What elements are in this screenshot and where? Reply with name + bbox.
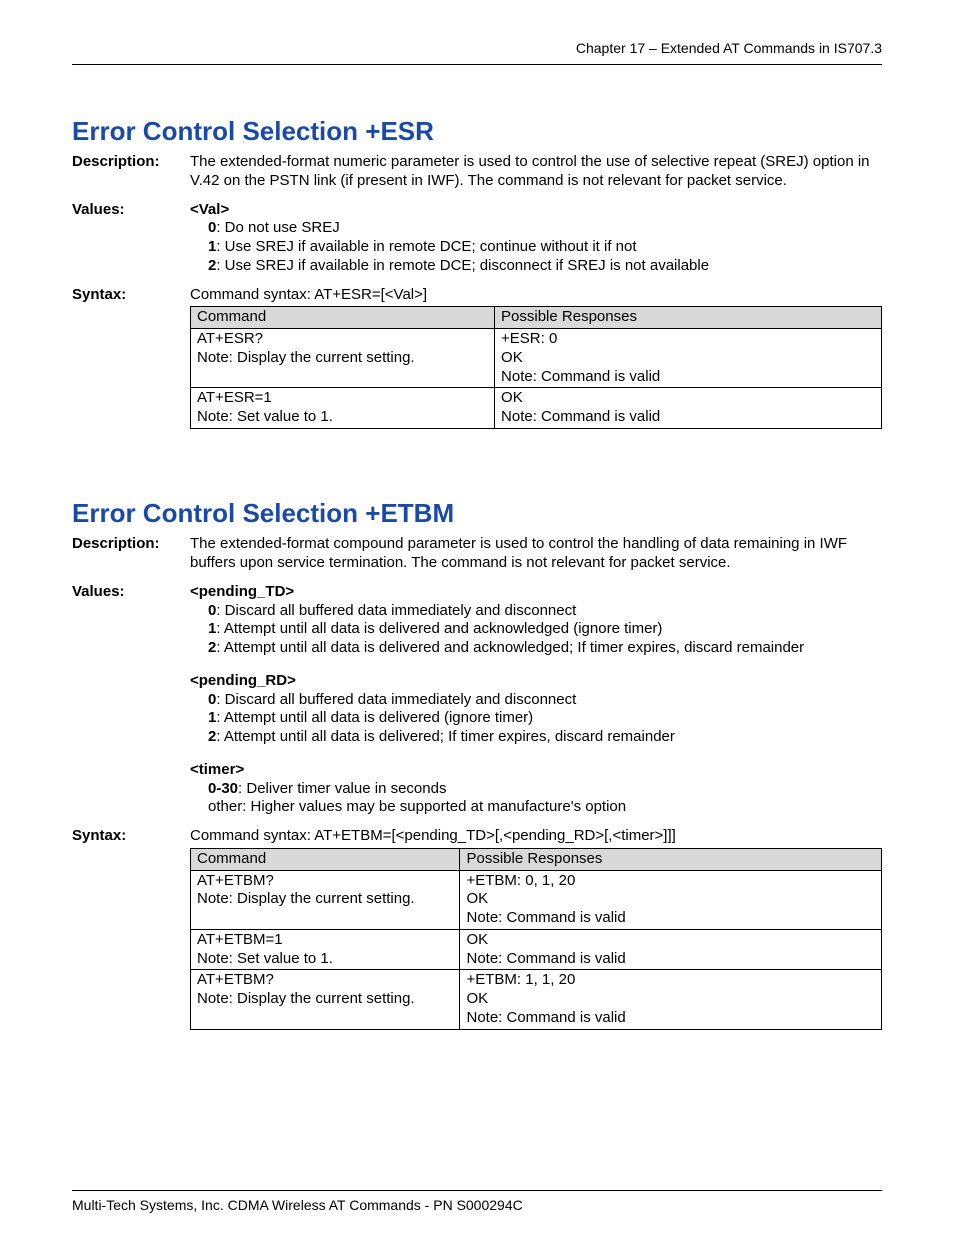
label-syntax: Syntax:	[72, 286, 190, 305]
esr-val-param: <Val>	[190, 201, 882, 220]
etbm-timer-other: other: Higher values may be supported at…	[190, 798, 882, 817]
section-title-esr: Error Control Selection +ESR	[72, 115, 882, 148]
etbm-td-0: 0: Discard all buffered data immediately…	[190, 602, 882, 621]
table-header-command: Command	[191, 307, 495, 329]
section-title-etbm: Error Control Selection +ETBM	[72, 497, 882, 530]
etbm-syntax-table: Command Possible Responses AT+ETBM?Note:…	[190, 848, 882, 1030]
etbm-td-2: 2: Attempt until all data is delivered a…	[190, 639, 882, 658]
etbm-rd-2: 2: Attempt until all data is delivered; …	[190, 728, 882, 747]
table-row: AT+ESR=1Note: Set value to 1. OKNote: Co…	[191, 388, 882, 429]
table-row: AT+ESR?Note: Display the current setting…	[191, 329, 882, 388]
page-header: Chapter 17 – Extended AT Commands in IS7…	[72, 40, 882, 65]
esr-syntax-line: Command syntax: AT+ESR=[<Val>]	[190, 286, 882, 305]
label-description: Description:	[72, 153, 190, 172]
etbm-description: The extended-format compound parameter i…	[190, 535, 882, 573]
etbm-timer-0: 0-30: Deliver timer value in seconds	[190, 780, 882, 799]
esr-val-1: 1: Use SREJ if available in remote DCE; …	[190, 238, 882, 257]
etbm-td-1: 1: Attempt until all data is delivered a…	[190, 620, 882, 639]
label-values: Values:	[72, 583, 190, 602]
table-header-responses: Possible Responses	[460, 848, 882, 870]
label-values: Values:	[72, 201, 190, 220]
table-row: AT+ETBM=1Note: Set value to 1. OKNote: C…	[191, 929, 882, 970]
esr-syntax-table: Command Possible Responses AT+ESR?Note: …	[190, 306, 882, 429]
table-row: AT+ETBM?Note: Display the current settin…	[191, 970, 882, 1029]
esr-val-2: 2: Use SREJ if available in remote DCE; …	[190, 257, 882, 276]
table-row: AT+ETBM?Note: Display the current settin…	[191, 870, 882, 929]
esr-val-0: 0: Do not use SREJ	[190, 219, 882, 238]
label-description: Description:	[72, 535, 190, 554]
etbm-param-timer: <timer>	[190, 761, 882, 780]
label-syntax: Syntax:	[72, 827, 190, 846]
etbm-param-pending-td: <pending_TD>	[190, 583, 882, 602]
table-header-command: Command	[191, 848, 460, 870]
etbm-param-pending-rd: <pending_RD>	[190, 672, 882, 691]
etbm-syntax-line: Command syntax: AT+ETBM=[<pending_TD>[,<…	[190, 827, 882, 846]
table-header-responses: Possible Responses	[495, 307, 882, 329]
etbm-rd-1: 1: Attempt until all data is delivered (…	[190, 709, 882, 728]
etbm-rd-0: 0: Discard all buffered data immediately…	[190, 691, 882, 710]
page-footer: Multi-Tech Systems, Inc. CDMA Wireless A…	[72, 1190, 882, 1215]
esr-description: The extended-format numeric parameter is…	[190, 153, 882, 191]
